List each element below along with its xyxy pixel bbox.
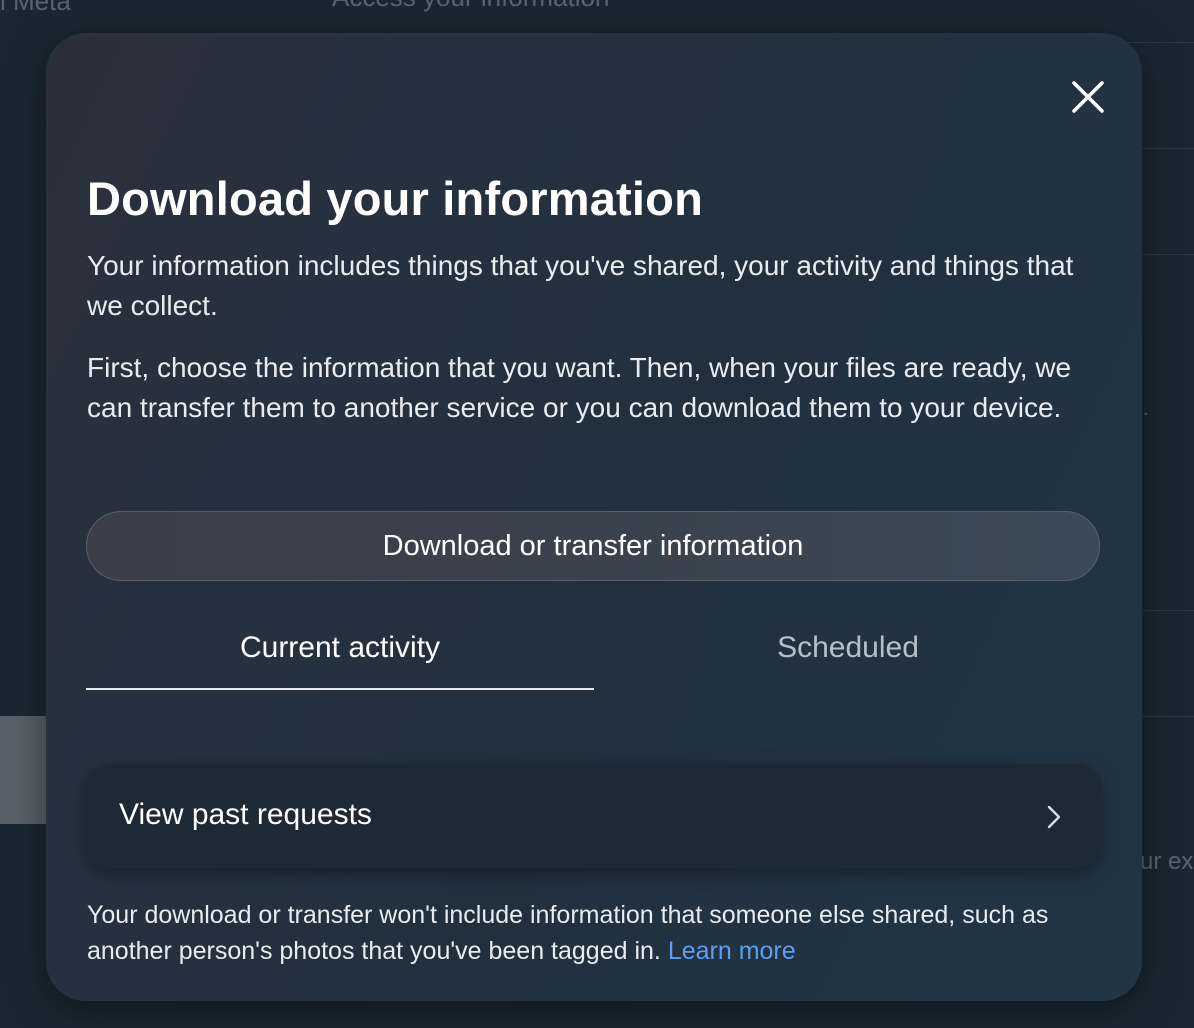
view-past-requests-label: View past requests (119, 798, 372, 831)
tab-current-activity[interactable]: Current activity (86, 631, 594, 689)
background-text: l Meta (0, 0, 71, 16)
background-heading: Access your information (332, 0, 609, 13)
download-info-dialog: Download your information Your informati… (46, 33, 1142, 1001)
background-panel (0, 716, 46, 824)
footer-text: Your download or transfer won't include … (87, 901, 1049, 965)
download-or-transfer-button[interactable]: Download or transfer information (86, 511, 1100, 581)
footer-note: Your download or transfer won't include … (87, 897, 1097, 969)
close-button[interactable] (1064, 73, 1112, 121)
background-text: . (1143, 398, 1149, 420)
download-or-transfer-button-label: Download or transfer information (382, 529, 804, 562)
view-past-requests-item[interactable]: View past requests (86, 764, 1102, 868)
tab-label: Current activity (239, 631, 441, 664)
active-tab-indicator (86, 688, 594, 690)
description-text: Your information includes things that yo… (87, 250, 1074, 321)
instructions-text: First, choose the information that you w… (87, 352, 1072, 423)
learn-more-link[interactable]: Learn more (668, 937, 796, 965)
close-icon (1072, 81, 1104, 113)
background-text: ur ex (1140, 848, 1194, 875)
tab-label: Scheduled (777, 631, 919, 664)
dialog-title: Download your information (87, 172, 703, 225)
tab-scheduled[interactable]: Scheduled (594, 631, 1102, 689)
chevron-right-icon (1047, 805, 1061, 829)
